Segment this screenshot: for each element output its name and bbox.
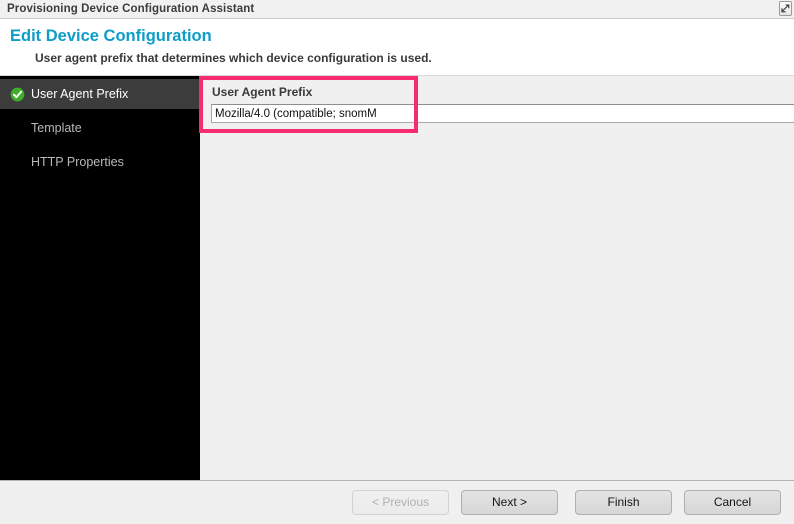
finish-button[interactable]: Finish bbox=[575, 490, 672, 515]
wizard-button-bar: < Previous Next > Finish Cancel bbox=[0, 480, 794, 524]
sidebar-item-label: HTTP Properties bbox=[31, 155, 124, 169]
window-title: Provisioning Device Configuration Assist… bbox=[7, 3, 255, 15]
restore-window-icon[interactable] bbox=[779, 1, 792, 16]
assistant-window: Provisioning Device Configuration Assist… bbox=[0, 0, 794, 524]
cancel-button[interactable]: Cancel bbox=[684, 490, 781, 515]
page-subtitle: User agent prefix that determines which … bbox=[35, 51, 432, 65]
user-agent-prefix-label: User Agent Prefix bbox=[212, 85, 313, 99]
page-title: Edit Device Configuration bbox=[10, 27, 212, 45]
sidebar-item-http-properties[interactable]: HTTP Properties bbox=[0, 147, 200, 177]
wizard-step-sidebar: User Agent Prefix Template HTTP Properti… bbox=[0, 76, 200, 480]
sidebar-item-template[interactable]: Template bbox=[0, 113, 200, 143]
green-check-icon bbox=[10, 87, 25, 102]
previous-button[interactable]: < Previous bbox=[352, 490, 449, 515]
page-header: Edit Device Configuration User agent pre… bbox=[0, 19, 794, 76]
sidebar-item-user-agent-prefix[interactable]: User Agent Prefix bbox=[0, 79, 200, 109]
wizard-content-panel: User Agent Prefix bbox=[200, 76, 794, 480]
user-agent-prefix-input[interactable] bbox=[211, 104, 794, 123]
next-button[interactable]: Next > bbox=[461, 490, 558, 515]
window-titlebar: Provisioning Device Configuration Assist… bbox=[0, 0, 794, 19]
wizard-body: User Agent Prefix Template HTTP Properti… bbox=[0, 76, 794, 480]
sidebar-item-label: Template bbox=[31, 121, 82, 135]
sidebar-item-label: User Agent Prefix bbox=[31, 87, 129, 101]
